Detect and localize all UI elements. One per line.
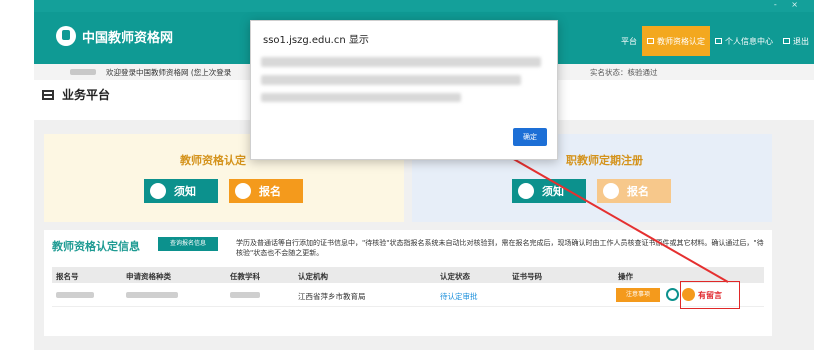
dialog-message-redacted [261, 75, 521, 85]
document-icon [647, 38, 654, 44]
nav-item-profile[interactable]: 个人信息中心 [710, 26, 778, 56]
top-nav: 平台 教师资格认定 个人信息中心 退出 [616, 26, 814, 56]
site-name: 中国教师资格网 [82, 30, 174, 46]
status-link[interactable]: 待认定审批 [440, 291, 478, 302]
nav-label-platform: 平台 [621, 36, 637, 46]
nav-label-cert: 教师资格认定 [657, 36, 705, 46]
cert-notice-button[interactable]: 须知 [144, 179, 218, 203]
nav-item-platform[interactable]: 平台 [616, 26, 642, 56]
registration-notice-button[interactable]: 须知 [512, 179, 586, 203]
lock-logo-icon [56, 26, 76, 46]
site-logo[interactable]: 中国教师资格网 [56, 26, 173, 46]
registration-notice-label: 须知 [542, 185, 564, 198]
logout-icon [783, 38, 790, 44]
monitor-icon [715, 38, 722, 44]
apply-icon [235, 183, 251, 199]
menu-icon [42, 89, 54, 100]
dialog-message-redacted [261, 93, 461, 102]
notes-button[interactable]: 注意事项 [616, 288, 660, 302]
cert-info-title: 教师资格认定信息 [52, 240, 140, 253]
dialog-ok-button[interactable]: 确定 [513, 128, 547, 146]
cert-notice-label: 须知 [174, 185, 196, 198]
cert-type-redacted [126, 291, 178, 300]
print-icon[interactable] [666, 288, 679, 301]
table-header: 报名号 申请资格种类 任教学科 认定机构 认定状态 证书号码 操作 [52, 267, 764, 283]
cert-table: 报名号 申请资格种类 任教学科 认定机构 认定状态 证书号码 操作 江西省萍乡市… [52, 267, 764, 307]
registration-title: 职教师定期注册 [566, 154, 643, 167]
col-subject: 任教学科 [230, 272, 260, 281]
nav-item-cert[interactable]: 教师资格认定 [642, 26, 710, 56]
table-row: 江西省萍乡市教育局 待认定审批 注意事项 有留言 [52, 283, 764, 307]
col-actions: 操作 [618, 272, 633, 281]
verification-notice: 学历及普通话等自行添加的证书信息中，"待核验"状态指报名系统未自动比对核验到，需… [236, 239, 764, 257]
welcome-text: 欢迎登录中国教师资格网 (您上次登录 [106, 68, 232, 77]
screen: { "header": { "site_name": "中国教师资格网", "w… [0, 0, 832, 350]
col-status: 认定状态 [440, 272, 470, 281]
window-controls[interactable]: - × [774, 0, 804, 10]
query-registration-button[interactable]: 查询报名信息 [158, 237, 218, 251]
dialog-message-redacted [261, 57, 541, 67]
col-cert-type: 申请资格种类 [126, 272, 171, 281]
user-name-redacted [70, 69, 96, 75]
nav-label-logout: 退出 [793, 36, 809, 46]
registration-apply-button[interactable]: 报名 [597, 179, 671, 203]
col-reg-no: 报名号 [56, 272, 79, 281]
col-agency: 认定机构 [298, 272, 328, 281]
notice-icon [150, 183, 166, 199]
top-strip: - × [34, 0, 814, 12]
apply-icon [603, 183, 619, 199]
reg-no-redacted [56, 291, 94, 300]
cert-apply-button[interactable]: 报名 [229, 179, 303, 203]
verification-status: 实名状态：核验通过 [590, 68, 658, 77]
registration-apply-label: 报名 [627, 185, 649, 198]
cert-apply-label: 报名 [259, 185, 281, 198]
agency-cell: 江西省萍乡市教育局 [298, 292, 366, 301]
dialog-title: sso1.jszg.edu.cn 显示 [263, 35, 369, 46]
subject-redacted [230, 291, 260, 300]
alert-dialog: sso1.jszg.edu.cn 显示 确定 [250, 20, 558, 160]
col-cert-no: 证书号码 [512, 272, 542, 281]
page-title: 业务平台 [42, 86, 110, 103]
cert-apply-title: 教师资格认定 [180, 154, 246, 167]
nav-label-profile: 个人信息中心 [725, 36, 773, 46]
notice-icon [518, 183, 534, 199]
highlight-box [680, 281, 740, 309]
page-title-text: 业务平台 [62, 88, 111, 102]
nav-item-logout[interactable]: 退出 [778, 26, 814, 56]
